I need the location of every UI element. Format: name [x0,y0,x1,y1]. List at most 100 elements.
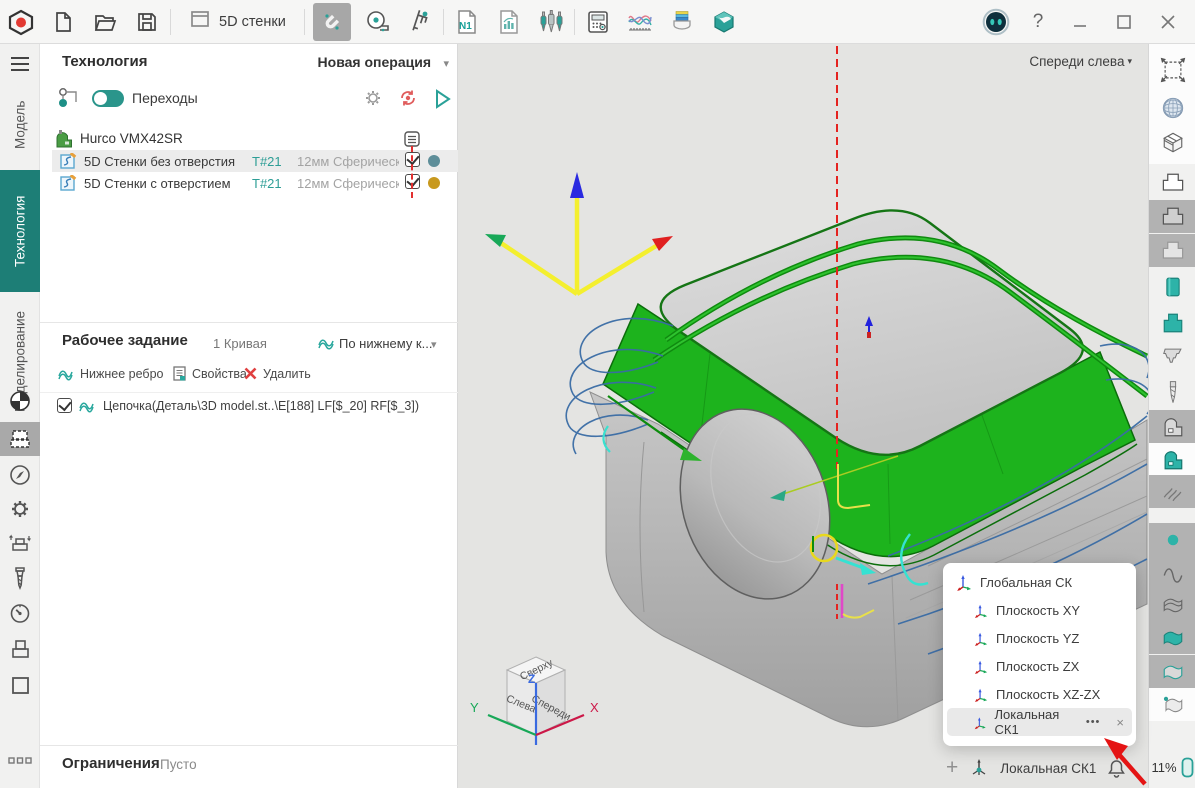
caliper-button[interactable] [405,7,435,37]
part-icon[interactable] [0,632,40,666]
menu-item-global-cs[interactable]: Глобальная СК [947,568,1132,596]
menu-item-plane-xy[interactable]: Плоскость XY [947,596,1132,624]
show-surfaces-mixed-button[interactable] [1149,655,1195,688]
show-curves-button[interactable] [1149,555,1195,588]
show-points-button[interactable] [1149,523,1195,556]
document-title: 5D стенки [219,14,286,30]
constraints-title: Ограничения [62,755,160,772]
show-machine-schema-button[interactable] [1149,443,1195,476]
tab-technology[interactable]: Технология [0,170,40,292]
fixture-icon[interactable] [0,526,40,560]
job-mode-select[interactable]: По нижнему к... [339,336,432,351]
transitions-toggle[interactable] [92,90,124,107]
minimize-button[interactable] [1065,7,1095,37]
feeds-speeds-gauge-icon[interactable] [0,596,40,630]
show-workpiece-button[interactable] [1149,270,1195,303]
new-operation-button[interactable]: Новая операция [318,54,431,70]
show-transparent-stock-button[interactable] [1149,234,1195,267]
recalculate-icon[interactable] [398,88,418,111]
machine-name: Hurco VMX42SR [80,131,183,146]
view-cube-z-label: Z [528,672,535,686]
show-surfaces-wireframe-button[interactable] [1149,588,1195,621]
job-mode-caret-icon[interactable]: ▾ [431,338,437,351]
tool-library-button[interactable] [536,7,566,37]
assistant-robot-icon[interactable] [981,7,1011,37]
fit-view-button[interactable] [1149,53,1195,86]
snap-magnet-button[interactable] [313,3,351,41]
new-file-button[interactable] [48,7,78,37]
menu-item-plane-yz[interactable]: Плоскость YZ [947,624,1132,652]
view-cube[interactable]: Сверху Слева Спереди Z Y X [458,599,638,788]
open-file-button[interactable] [90,7,120,37]
menu-item-label: Плоскость XY [996,603,1080,618]
tool-icon[interactable] [0,561,40,595]
operation-settings-gear-icon[interactable] [363,88,383,111]
operation-row[interactable]: 5D Стенки с отверстием T#21 12мм Сфериче… [52,172,458,194]
maximize-button[interactable] [1109,7,1139,37]
new-operation-caret-icon[interactable]: ▾ [443,57,449,70]
zoom-indicator: 11% [1149,757,1195,778]
machine-row[interactable]: Hurco VMX42SR [40,128,458,150]
cs-axes-icon [973,603,988,618]
job-item-checkbox[interactable] [57,398,72,413]
report-button[interactable] [494,7,524,37]
orientation-compass-icon[interactable] [0,458,40,492]
transitions-toggle-label: Переходы [132,90,198,106]
menu-item-more-button[interactable]: ••• [1086,716,1101,728]
more-panels-icon[interactable] [0,744,40,778]
show-fixtures-button[interactable] [1149,340,1195,373]
stock-setup-icon[interactable] [0,422,40,456]
operation-tool-number: T#21 [252,176,282,191]
show-tool-button[interactable] [1149,376,1195,409]
help-button[interactable]: ? [1025,11,1051,33]
viewport-3d[interactable]: Спереди слева ▾ Сверху Слева Спереди Z Y… [458,44,1148,788]
close-button[interactable] [1153,7,1183,37]
operation-link-line [411,146,413,198]
simulation-button[interactable] [709,7,739,37]
nc-code-button[interactable]: N1 [452,7,482,37]
hamburger-menu-icon[interactable] [9,54,31,79]
workpiece-layers-button[interactable] [667,7,697,37]
show-stock-button[interactable] [1149,200,1195,233]
job-curve-item[interactable]: Цепочка(Деталь\3D model.st..\E[188] LF[$… [57,398,419,413]
operation-row[interactable]: 5D Стенки без отверстия T#21 12мм Сферич… [52,150,458,172]
lower-edge-button[interactable]: Нижнее ребро [58,366,163,381]
add-cs-button[interactable]: + [946,758,958,778]
save-button[interactable] [132,7,162,37]
coordinate-system-menu: Глобальная СК Плоскость XY Плоскость YZ … [943,563,1136,746]
menu-item-close-button[interactable]: × [1116,715,1124,730]
current-cs-icon[interactable] [969,758,989,778]
left-tab-strip: Модель Технология Моделирование [0,44,40,788]
structure-icon[interactable] [57,86,81,113]
show-surfaces-shaded-button[interactable] [1149,621,1195,654]
graphs-button[interactable] [625,7,655,37]
document-tab[interactable]: 5D стенки [189,8,286,35]
delete-button[interactable]: Удалить [243,366,311,381]
settings-gear-icon[interactable] [0,492,40,526]
properties-button[interactable]: Свойства [172,366,247,382]
tab-model[interactable]: Модель [0,84,40,166]
calculator-button[interactable] [583,7,613,37]
menu-item-local-cs1[interactable]: Локальная СК1 ••• × [947,708,1132,736]
measure-tape-button[interactable] [363,7,393,37]
show-machined-part-button[interactable] [1149,306,1195,339]
show-toolpath-button[interactable] [1149,475,1195,508]
current-cs-label[interactable]: Локальная СК1 [1000,761,1096,776]
isometric-box-button[interactable] [1149,126,1195,159]
document-tab-icon [189,8,211,35]
menu-item-label: Глобальная СК [980,575,1072,590]
menu-item-plane-zx[interactable]: Плоскость ZX [947,652,1132,680]
workpiece-blank-icon[interactable] [0,384,40,418]
notifications-bell-icon[interactable] [1107,758,1126,778]
operation-name: 5D Стенки с отверстием [84,176,231,191]
menu-item-plane-xz-zx[interactable]: Плоскость XZ-ZX [947,680,1132,708]
operation-icon [60,153,77,173]
cs-axes-icon [973,659,988,674]
show-machine-button[interactable] [1149,410,1195,443]
show-flags-button[interactable] [1149,688,1195,721]
run-play-icon[interactable] [432,88,452,113]
shaded-view-globe-button[interactable] [1149,91,1195,124]
show-part-button[interactable] [1149,166,1195,199]
plane-icon[interactable] [0,668,40,702]
view-orientation-select[interactable]: Спереди слева ▾ [1029,54,1132,69]
